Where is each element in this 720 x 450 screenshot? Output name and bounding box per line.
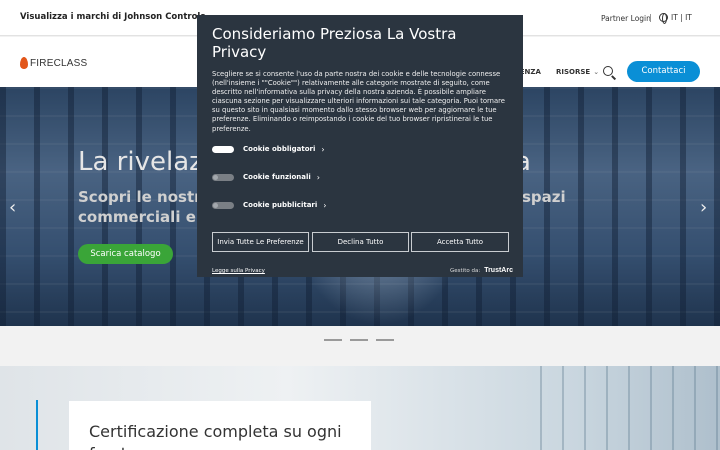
privacy-modal: Consideriamo Preziosa La Vostra Privacy … bbox=[197, 15, 523, 277]
cookie-category-required[interactable]: Cookie obbligatori › bbox=[212, 143, 325, 155]
chevron-down-icon: ⌄ bbox=[593, 68, 600, 76]
privacy-law-link[interactable]: Legge sulla Privacy bbox=[212, 268, 265, 274]
toggle-knob bbox=[213, 174, 218, 180]
carousel-dot[interactable] bbox=[376, 339, 394, 341]
trustarc-logo[interactable]: TrustArc bbox=[484, 267, 513, 274]
privacy-modal-title: Consideriamo Preziosa La Vostra Privacy bbox=[212, 25, 457, 61]
nav-label: RISORSE bbox=[556, 68, 591, 76]
carousel-dot[interactable] bbox=[350, 339, 368, 341]
managed-by-label: Gestito da: bbox=[450, 267, 481, 274]
submit-preferences-button[interactable]: Invia Tutte Le Preferenze bbox=[212, 232, 309, 252]
carousel-dot[interactable] bbox=[324, 339, 342, 341]
logo-text: FIRECLASS bbox=[30, 57, 88, 69]
privacy-modal-body: Scegliere se si consente l'uso da parte … bbox=[212, 70, 505, 133]
feature-card-title: Certificazione completa su ogni fronte bbox=[89, 422, 342, 450]
download-catalog-button[interactable]: Scarica catalogo bbox=[78, 244, 173, 264]
cookie-category-advertising[interactable]: Cookie pubblicitari › bbox=[212, 199, 326, 211]
toggle-knob bbox=[228, 146, 233, 152]
carousel-next-icon[interactable]: › bbox=[700, 197, 707, 218]
cookie-category-label: Cookie pubblicitari bbox=[243, 201, 318, 209]
brands-menu[interactable]: Visualizza i marchi di Johnson Controls⌄ bbox=[20, 12, 215, 22]
chevron-right-icon: › bbox=[321, 144, 325, 154]
cookie-category-label: Cookie obbligatori bbox=[243, 145, 316, 153]
hero-subtitle-right: spazi bbox=[522, 188, 566, 206]
partner-login-link[interactable]: Partner Login bbox=[601, 14, 651, 23]
chevron-right-icon: › bbox=[323, 200, 327, 210]
chevron-right-icon: › bbox=[316, 172, 320, 182]
carousel-indicators bbox=[324, 339, 394, 341]
separator: | bbox=[649, 13, 652, 22]
fireclass-logo[interactable]: FIRECLASS bbox=[20, 57, 87, 69]
globe-icon bbox=[659, 13, 668, 24]
decline-all-button[interactable]: Declina Tutto bbox=[312, 232, 409, 252]
hero-title: La rivelaza bbox=[78, 147, 531, 177]
nav-item-risorse[interactable]: RISORSE ⌄ bbox=[556, 68, 599, 76]
flame-icon bbox=[20, 57, 28, 69]
carousel-prev-icon[interactable]: ‹ bbox=[9, 197, 16, 218]
language-selector[interactable]: IT | IT bbox=[659, 13, 692, 24]
accept-all-button[interactable]: Accetta Tutto bbox=[411, 232, 509, 252]
toggle-switch[interactable] bbox=[212, 201, 234, 209]
contact-button[interactable]: Contattaci bbox=[627, 61, 700, 82]
toggle-switch[interactable] bbox=[212, 145, 234, 153]
search-icon[interactable] bbox=[603, 66, 613, 76]
language-label: IT | IT bbox=[671, 13, 692, 22]
accent-line bbox=[36, 400, 38, 450]
toggle-switch[interactable] bbox=[212, 173, 234, 181]
brands-label: Visualizza i marchi di Johnson Controls bbox=[20, 12, 206, 22]
hero-title-left: La rivelaz bbox=[78, 147, 203, 177]
cookie-category-functional[interactable]: Cookie funzionali › bbox=[212, 171, 320, 183]
toggle-knob bbox=[213, 202, 218, 208]
cookie-category-label: Cookie funzionali bbox=[243, 173, 311, 181]
managed-by: Gestito da: TrustArc bbox=[450, 267, 513, 274]
